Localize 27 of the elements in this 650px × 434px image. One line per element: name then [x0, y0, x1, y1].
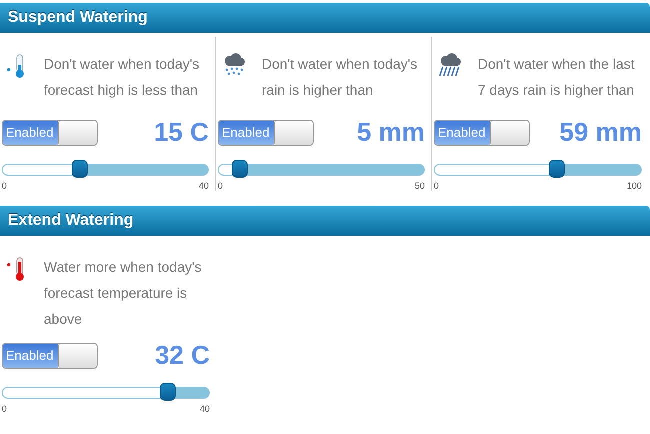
enabled-toggle[interactable]: Enabled — [2, 342, 98, 368]
slider-thumb[interactable] — [232, 160, 248, 178]
threshold-value: 5 mm — [357, 117, 425, 148]
enabled-toggle[interactable]: Enabled — [218, 120, 314, 146]
rule-description: Don't water when the last 7 days rain is higher than — [478, 55, 636, 100]
rule-description: Water more when today's forecast temperature is above — [44, 258, 203, 329]
enabled-toggle[interactable]: Enabled — [434, 120, 530, 146]
section-title: Extend Watering — [8, 212, 134, 230]
section-title: Suspend Watering — [8, 9, 148, 27]
enabled-toggle[interactable]: Enabled — [2, 120, 98, 146]
slider-max-label: 40 — [198, 181, 209, 191]
slider-thumb[interactable] — [72, 160, 88, 178]
slider-max-label: 100 — [626, 181, 642, 191]
slider-thumb[interactable] — [548, 160, 565, 178]
threshold-value: 15 C — [154, 117, 209, 148]
rule-description: Don't water when today's forecast high is less than — [44, 55, 201, 100]
threshold-value: 59 mm — [560, 117, 642, 148]
threshold-value: 32 C — [155, 340, 210, 371]
rule-description: Don't water when today's rain is higher than — [262, 55, 419, 100]
slider-min-label: 0 — [434, 181, 440, 191]
slider-min-label: 0 — [218, 181, 224, 191]
slider-min-label: 0 — [2, 404, 8, 414]
slider-max-label: 40 — [200, 404, 210, 414]
slider-min-label: 0 — [2, 181, 8, 191]
slider-max-label: 50 — [414, 181, 425, 191]
rain-cloud-icon — [438, 53, 462, 79]
slider-thumb[interactable] — [160, 383, 176, 401]
